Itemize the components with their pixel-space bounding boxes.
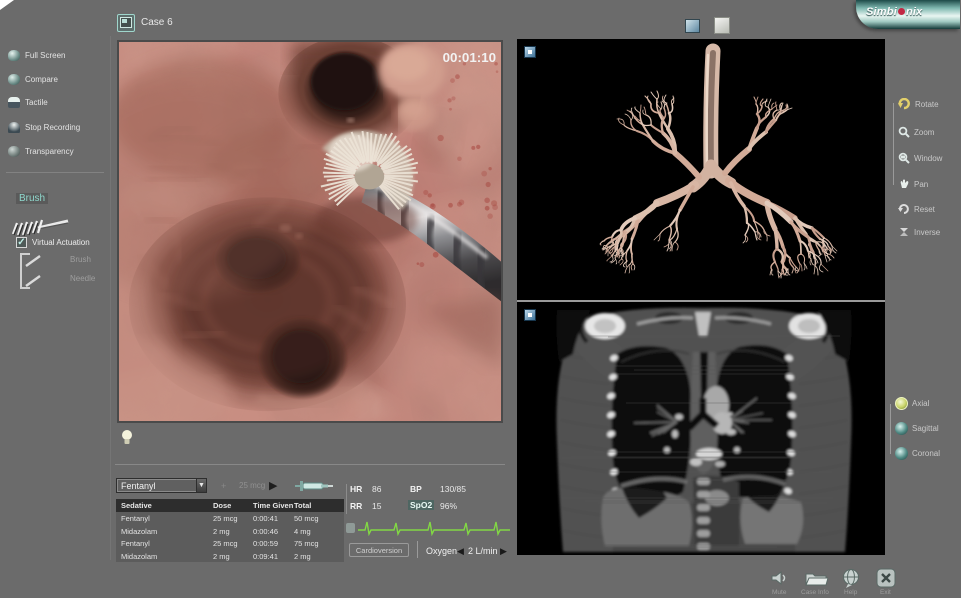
svg-text:00:01:10: 00:01:10 [443,50,496,65]
